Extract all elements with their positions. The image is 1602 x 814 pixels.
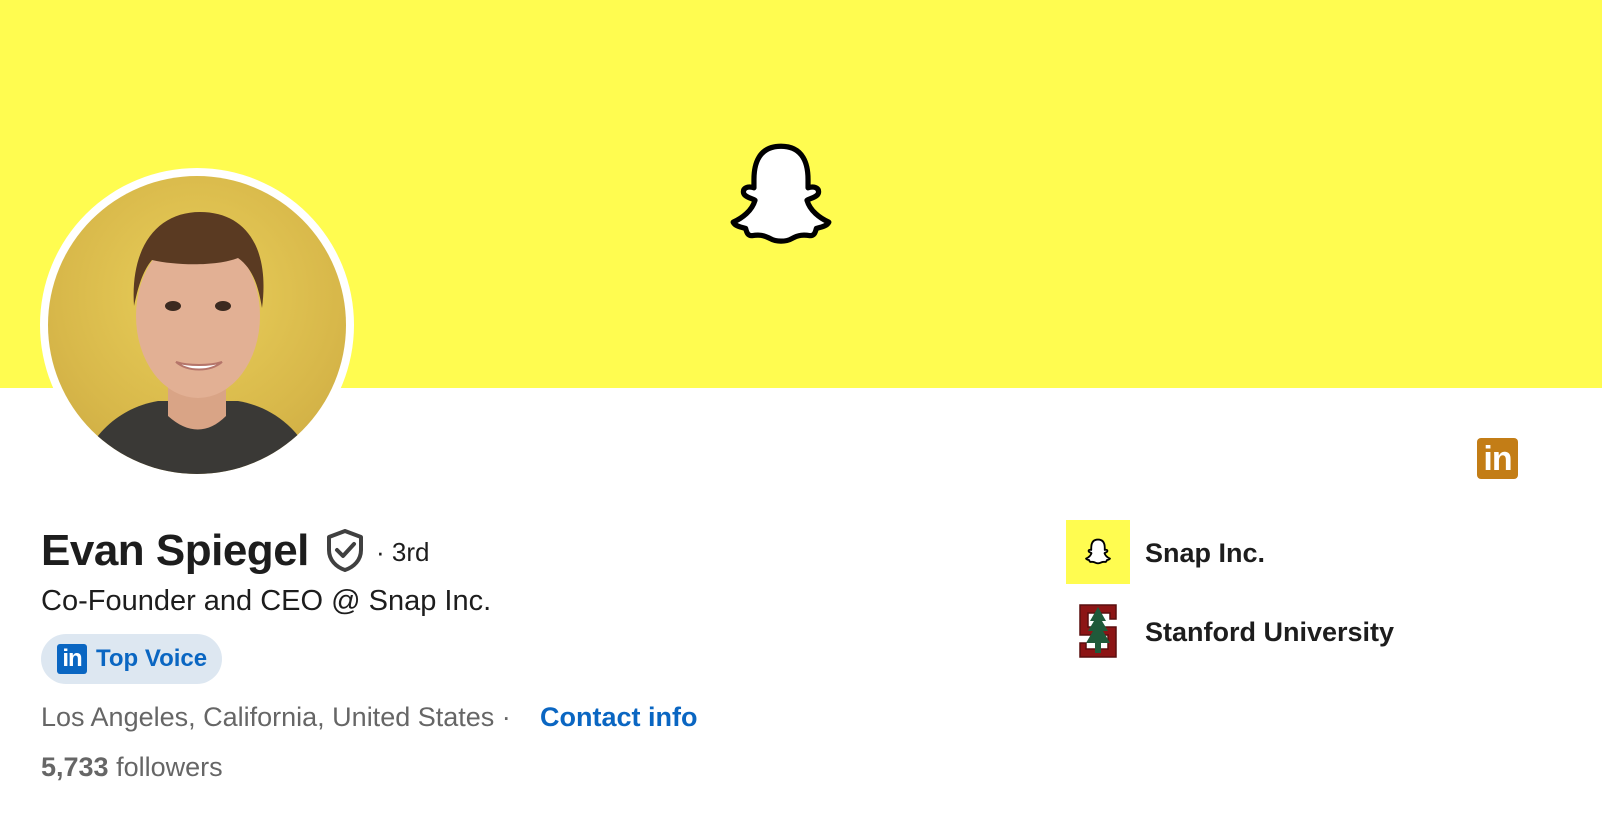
org-name: Stanford University: [1145, 617, 1395, 647]
followers-count: 5,733 followers: [41, 750, 223, 784]
snap-company-logo: [1066, 520, 1130, 584]
verified-shield-icon[interactable]: [325, 528, 365, 572]
followers-label: followers: [116, 752, 223, 782]
profile-name: Evan Spiegel: [41, 526, 309, 575]
org-stanford-university[interactable]: Stanford University: [1066, 599, 1446, 663]
linkedin-icon: in: [57, 644, 87, 674]
stanford-tree-icon: [1079, 604, 1117, 658]
followers-number: 5,733: [41, 752, 109, 782]
profile-headline: Co-Founder and CEO @ Snap Inc.: [41, 585, 492, 617]
connection-degree: · 3rd: [376, 537, 430, 567]
top-voice-badge[interactable]: in Top Voice: [41, 634, 222, 684]
avatar-photo: [78, 212, 318, 474]
linkedin-icon[interactable]: in: [1477, 438, 1518, 479]
contact-info-link[interactable]: Contact info: [540, 700, 697, 734]
stanford-logo: [1066, 599, 1130, 663]
org-name: Snap Inc.: [1145, 538, 1266, 568]
snapchat-ghost-icon: [730, 143, 832, 244]
top-voice-label: Top Voice: [96, 645, 208, 672]
profile-location: Los Angeles, California, United States ·: [41, 702, 511, 732]
org-snap-inc[interactable]: Snap Inc.: [1066, 520, 1446, 584]
avatar[interactable]: [48, 176, 346, 474]
snapchat-ghost-icon: [1085, 538, 1111, 565]
